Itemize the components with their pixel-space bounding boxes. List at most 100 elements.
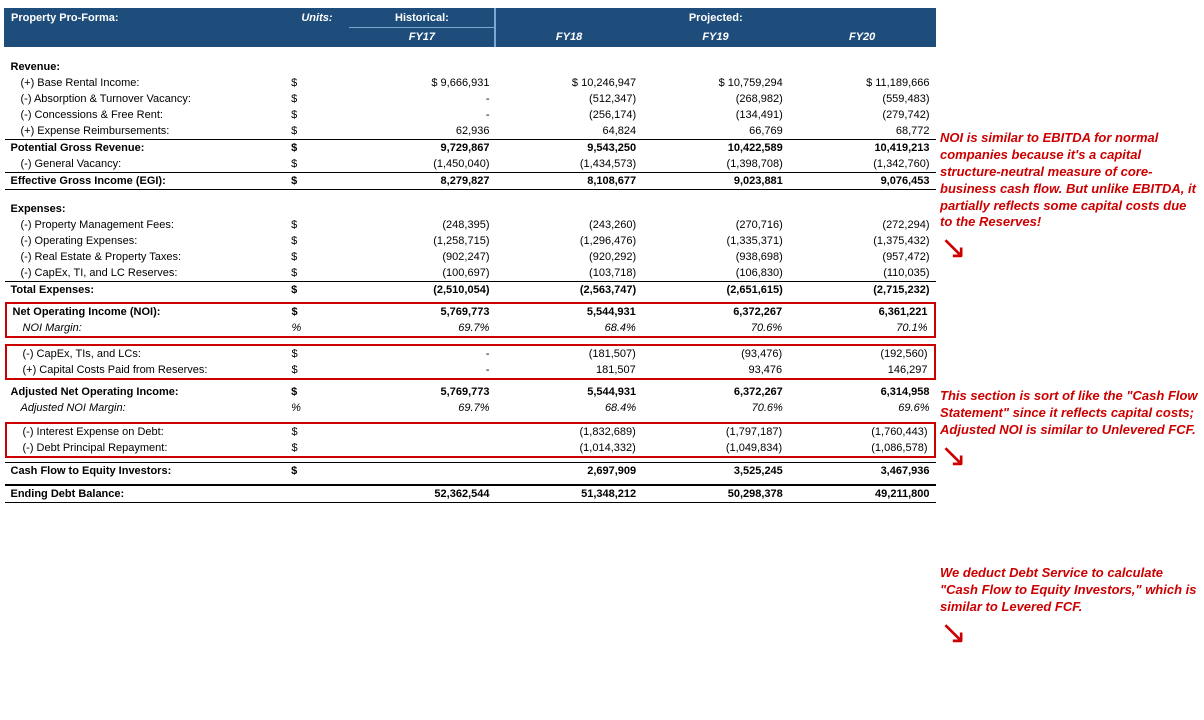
ending-debt-fy17: 52,362,544	[349, 485, 496, 503]
cash-flow-equity-fy19: 3,525,245	[642, 463, 789, 480]
absorption-label: (-) Absorption & Turnover Vacancy:	[5, 91, 286, 107]
capex-lcs-fy19: (93,476)	[642, 345, 788, 362]
expense-reimb-fy20: 68,772	[789, 123, 936, 140]
operating-fy17: (1,258,715)	[349, 233, 496, 249]
egi-fy17: 8,279,827	[349, 172, 496, 189]
principal-fy20: (1,086,578)	[788, 440, 934, 457]
noi-margin-fy20: 70.1%	[788, 320, 934, 337]
capital-costs-fy19: 93,476	[642, 362, 788, 379]
interest-row: (-) Interest Expense on Debt: $ (1,832,6…	[6, 423, 935, 440]
egi-row: Effective Gross Income (EGI): $ 8,279,82…	[5, 172, 936, 189]
noi-fy17: 5,769,773	[349, 303, 495, 320]
general-vacancy-fy20: (1,342,760)	[789, 156, 936, 173]
total-expenses-fy20: (2,715,232)	[789, 282, 936, 299]
capex-lcs-fy18: (181,507)	[495, 345, 641, 362]
absorption-fy19: (268,982)	[642, 91, 789, 107]
re-taxes-fy20: (957,472)	[789, 249, 936, 265]
cash-flow-equity-fy20: 3,467,936	[789, 463, 936, 480]
adjusted-noi-fy20: 6,314,958	[789, 384, 936, 400]
general-vacancy-fy19: (1,398,708)	[642, 156, 789, 173]
capex-lcs-fy17: -	[349, 345, 495, 362]
ending-debt-row: Ending Debt Balance: 52,362,544 51,348,2…	[5, 485, 936, 503]
egi-fy18: 8,108,677	[495, 172, 642, 189]
annotation-2-text: This section is sort of like the "Cash F…	[940, 388, 1200, 439]
debt-box-table: (-) Interest Expense on Debt: $ (1,832,6…	[5, 422, 936, 458]
concessions-row: (-) Concessions & Free Rent: $ - (256,17…	[5, 107, 936, 123]
principal-label: (-) Debt Principal Repayment:	[6, 440, 286, 457]
noi-fy18: 5,544,931	[495, 303, 641, 320]
capex-reserves-fy20: (110,035)	[789, 265, 936, 282]
potential-gross-fy19: 10,422,589	[642, 139, 789, 156]
total-expenses-fy18: (2,563,747)	[495, 282, 642, 299]
annotation-section: NOI is similar to EBITDA for normal comp…	[940, 0, 1204, 511]
expenses-label: Expenses:	[5, 195, 286, 217]
mgmt-fees-unit: $	[285, 217, 349, 233]
adjusted-noi-fy19: 6,372,267	[642, 384, 789, 400]
expenses-title-row: Expenses:	[5, 195, 936, 217]
capex-lcs-row: (-) CapEx, TIs, and LCs: $ - (181,507) (…	[6, 345, 935, 362]
principal-row: (-) Debt Principal Repayment: $ (1,014,3…	[6, 440, 935, 457]
annotation-1-text: NOI is similar to EBITDA for normal comp…	[940, 130, 1200, 231]
units-label: Units:	[285, 9, 349, 28]
potential-gross-label: Potential Gross Revenue:	[5, 139, 286, 156]
adjusted-noi-margin-fy17: 69.7%	[349, 400, 496, 416]
adjusted-noi-label: Adjusted Net Operating Income:	[5, 384, 286, 400]
capital-costs-row: (+) Capital Costs Paid from Reserves: $ …	[6, 362, 935, 379]
base-rental-row: (+) Base Rental Income: $ $ 9,666,931 $ …	[5, 75, 936, 91]
interest-label: (-) Interest Expense on Debt:	[6, 423, 286, 440]
egi-label: Effective Gross Income (EGI):	[5, 172, 286, 189]
re-taxes-fy18: (920,292)	[495, 249, 642, 265]
capex-reserves-unit: $	[285, 265, 349, 282]
concessions-fy20: (279,742)	[789, 107, 936, 123]
noi-margin-row: NOI Margin: % 69.7% 68.4% 70.6% 70.1%	[6, 320, 935, 337]
fy19-header: FY19	[642, 28, 789, 47]
absorption-fy18: (512,347)	[495, 91, 642, 107]
cash-flow-equity-label: Cash Flow to Equity Investors:	[5, 463, 286, 480]
capital-costs-unit: $	[285, 362, 349, 379]
noi-margin-label: NOI Margin:	[6, 320, 286, 337]
capex-reserves-label: (-) CapEx, TI, and LC Reserves:	[5, 265, 286, 282]
total-expenses-row: Total Expenses: $ (2,510,054) (2,563,747…	[5, 282, 936, 299]
cash-flow-equity-fy17	[349, 463, 496, 480]
adjusted-noi-margin-fy18: 68.4%	[495, 400, 642, 416]
adjusted-noi-margin-row: Adjusted NOI Margin: % 69.7% 68.4% 70.6%…	[5, 400, 936, 416]
general-vacancy-label: (-) General Vacancy:	[5, 156, 286, 173]
noi-row: Net Operating Income (NOI): $ 5,769,773 …	[5, 302, 936, 338]
potential-gross-row: Potential Gross Revenue: $ 9,729,867 9,5…	[5, 139, 936, 156]
operating-fy19: (1,335,371)	[642, 233, 789, 249]
absorption-fy20: (559,483)	[789, 91, 936, 107]
potential-gross-fy20: 10,419,213	[789, 139, 936, 156]
noi-value-row: Net Operating Income (NOI): $ 5,769,773 …	[6, 303, 935, 320]
base-rental-unit: $	[285, 75, 349, 91]
mgmt-fees-row: (-) Property Management Fees: $ (248,395…	[5, 217, 936, 233]
expense-reimb-unit: $	[285, 123, 349, 140]
total-expenses-label: Total Expenses:	[5, 282, 286, 299]
operating-label: (-) Operating Expenses:	[5, 233, 286, 249]
adjusted-noi-fy17: 5,769,773	[349, 384, 496, 400]
arrow-3: ↘	[940, 616, 1200, 648]
noi-label: Net Operating Income (NOI):	[6, 303, 286, 320]
egi-unit: $	[285, 172, 349, 189]
egi-fy20: 9,076,453	[789, 172, 936, 189]
annotation-1: NOI is similar to EBITDA for normal comp…	[940, 130, 1200, 263]
historical-header: Historical:	[349, 9, 496, 28]
capital-costs-fy17: -	[349, 362, 495, 379]
capex-reserves-fy18: (103,718)	[495, 265, 642, 282]
ending-debt-unit	[285, 485, 349, 503]
adjusted-noi-margin-fy19: 70.6%	[642, 400, 789, 416]
general-vacancy-row: (-) General Vacancy: $ (1,450,040) (1,43…	[5, 156, 936, 173]
operating-row: (-) Operating Expenses: $ (1,258,715) (1…	[5, 233, 936, 249]
total-expenses-fy17: (2,510,054)	[349, 282, 496, 299]
mgmt-fees-fy17: (248,395)	[349, 217, 496, 233]
general-vacancy-fy17: (1,450,040)	[349, 156, 496, 173]
total-expenses-unit: $	[285, 282, 349, 299]
annotation-3: We deduct Debt Service to calculate "Cas…	[940, 565, 1200, 648]
capex-lcs-label: (-) CapEx, TIs, and LCs:	[6, 345, 286, 362]
debt-section-row: (-) Interest Expense on Debt: $ (1,832,6…	[5, 422, 936, 458]
arrow-2: ↘	[940, 439, 1200, 471]
mgmt-fees-label: (-) Property Management Fees:	[5, 217, 286, 233]
re-taxes-unit: $	[285, 249, 349, 265]
interest-fy17	[349, 423, 495, 440]
noi-fy19: 6,372,267	[642, 303, 788, 320]
annotation-2: This section is sort of like the "Cash F…	[940, 388, 1200, 471]
